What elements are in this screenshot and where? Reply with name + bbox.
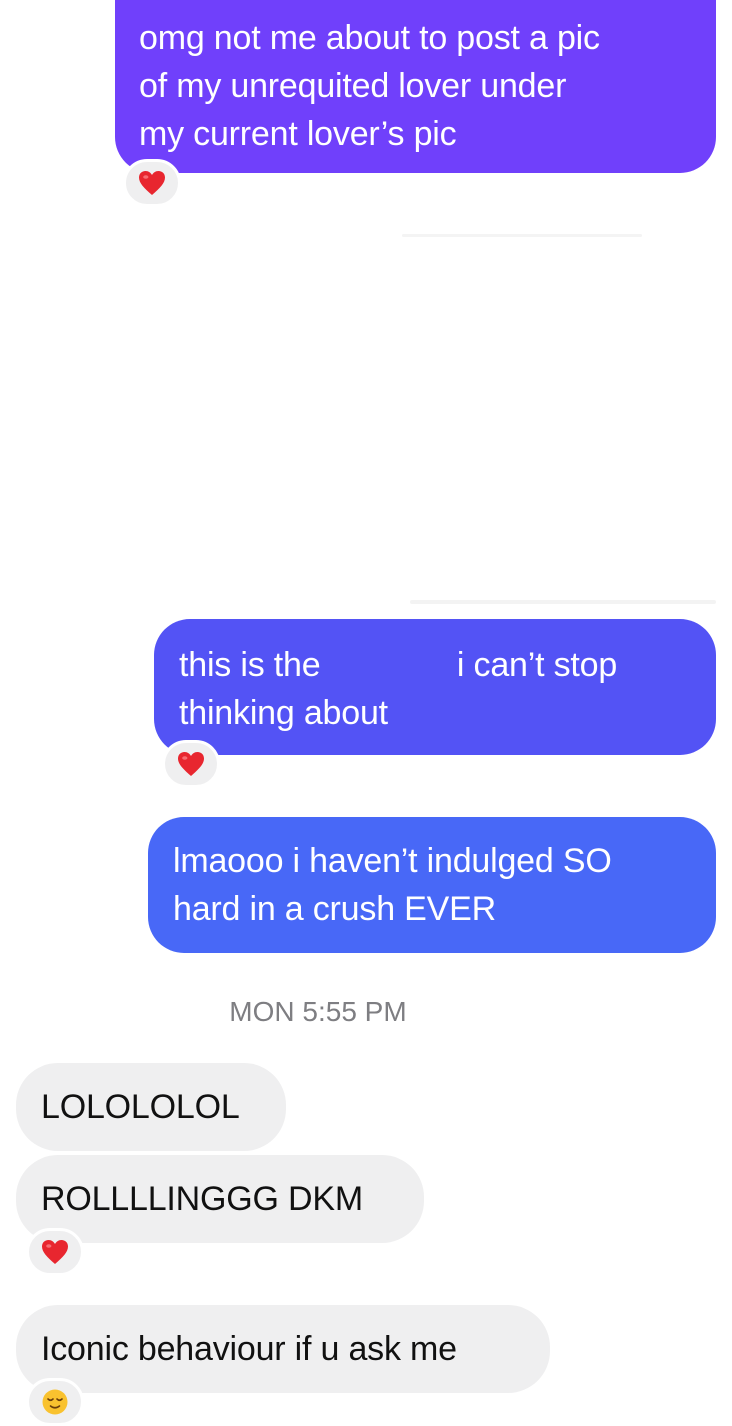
photo-edge	[410, 600, 716, 604]
message-text-line: of my unrequited lover under	[139, 67, 567, 105]
timestamp: MON 5:55 PM	[229, 996, 407, 1027]
red-heart-icon	[178, 752, 204, 776]
message-text: ROLLLLINGGG DKM	[41, 1180, 363, 1218]
sent-message-1[interactable]: omg not me about to post a pic of my unr…	[115, 0, 716, 173]
message-text-line: lmaooo i haven’t indulged SO	[173, 842, 612, 880]
message-text: Iconic behaviour if u ask me	[41, 1330, 457, 1368]
message-text-line: my current lover’s pic	[139, 115, 457, 153]
shared-photo[interactable]	[330, 222, 716, 612]
received-message-1[interactable]: LOLOLOLOL	[16, 1063, 286, 1151]
received-message-2[interactable]: ROLLLLINGGG DKM	[16, 1155, 424, 1243]
red-heart-icon	[139, 171, 165, 195]
reaction-badge[interactable]	[123, 159, 181, 207]
reaction-badge[interactable]	[26, 1228, 84, 1276]
message-text-line: this is the i can’t stop	[179, 641, 686, 689]
relieved-face-icon	[42, 1389, 68, 1415]
message-text-line: hard in a crush EVER	[173, 890, 496, 928]
photo-edge	[402, 234, 642, 237]
reaction-badge[interactable]	[162, 740, 220, 788]
reaction-badge[interactable]	[26, 1378, 84, 1426]
message-text-line: thinking about	[179, 694, 388, 732]
message-text-line: omg not me about to post a pic	[139, 19, 600, 57]
message-text: this is the	[179, 646, 330, 684]
message-text: i can’t stop	[447, 646, 618, 684]
sent-message-3[interactable]: lmaooo i haven’t indulged SO hard in a c…	[148, 817, 716, 953]
red-heart-icon	[42, 1240, 68, 1264]
sent-message-2[interactable]: this is the i can’t stop thinking about	[154, 619, 716, 755]
received-message-3[interactable]: Iconic behaviour if u ask me	[16, 1305, 550, 1393]
redacted-text	[330, 650, 448, 684]
message-text: LOLOLOLOL	[41, 1088, 240, 1126]
